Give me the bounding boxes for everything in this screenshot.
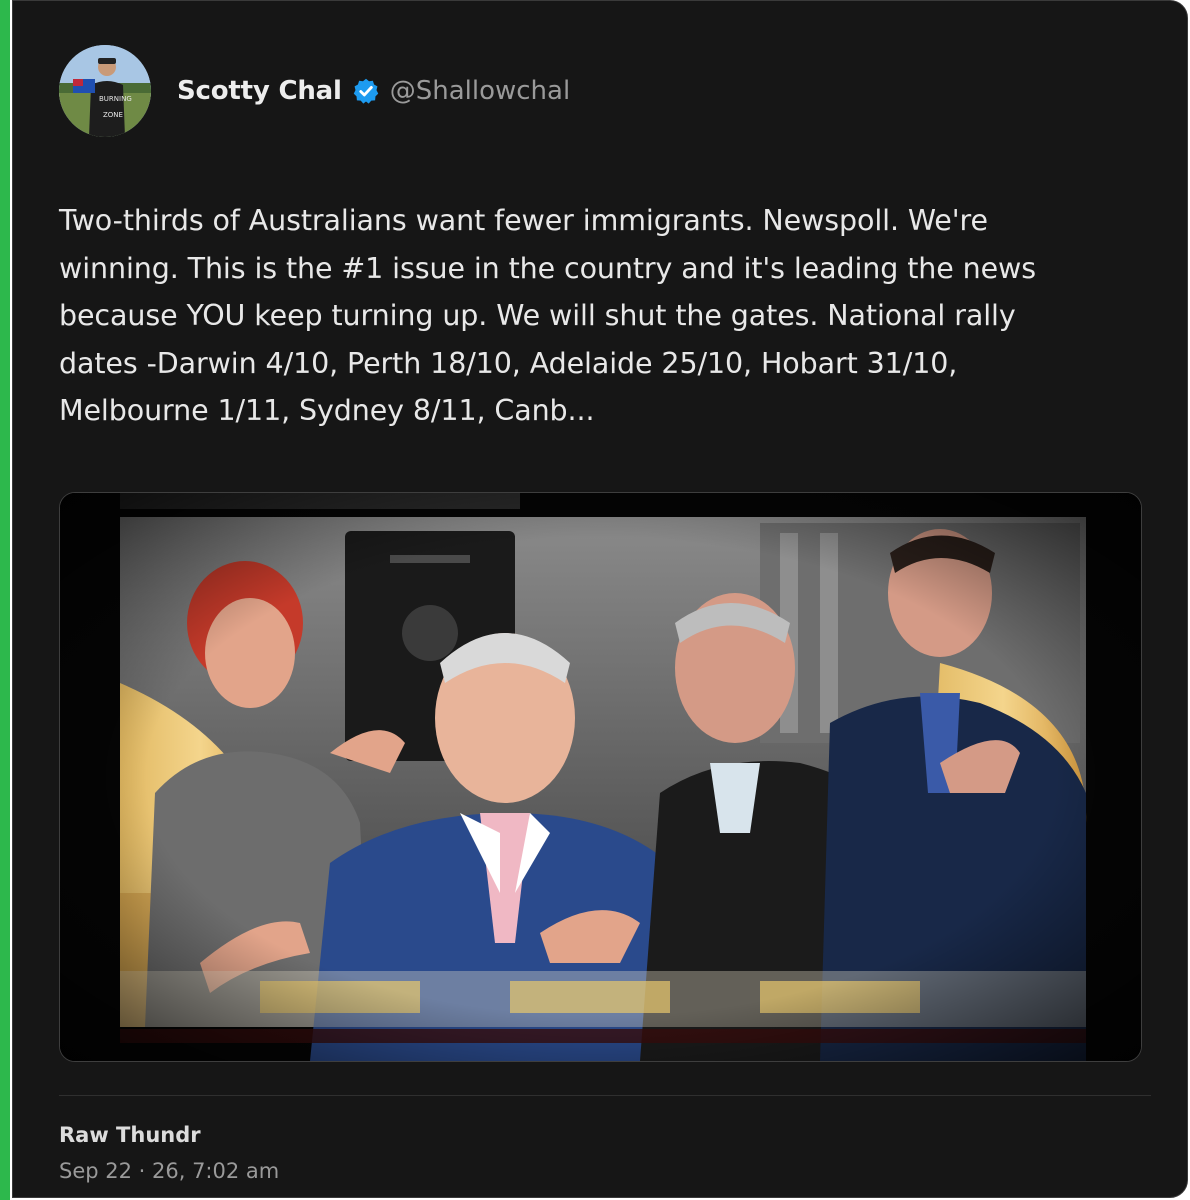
post-media-image[interactable] (59, 492, 1142, 1062)
post-timestamp[interactable]: Sep 22 · 26, 7:02 am (59, 1159, 279, 1183)
post-text: Two-thirds of Australians want fewer imm… (59, 204, 1037, 427)
accent-bar (0, 0, 10, 1200)
avatar[interactable]: BURNING ZONE (59, 45, 151, 137)
author-handle[interactable]: @Shallowchal (390, 76, 570, 106)
media-photo-collage (60, 493, 1141, 1061)
source-label[interactable]: Raw Thundr (59, 1123, 201, 1147)
divider (59, 1095, 1151, 1096)
verified-badge-icon (352, 77, 380, 105)
post-header: BURNING ZONE Scotty Chal @Shallowchal (59, 45, 570, 137)
svg-text:BURNING: BURNING (99, 95, 132, 103)
author-name[interactable]: Scotty Chal (177, 76, 342, 106)
svg-text:ZONE: ZONE (103, 111, 123, 119)
avatar-image: BURNING ZONE (59, 45, 151, 137)
post-card[interactable]: BURNING ZONE Scotty Chal @Shallowchal Tw… (12, 0, 1188, 1198)
